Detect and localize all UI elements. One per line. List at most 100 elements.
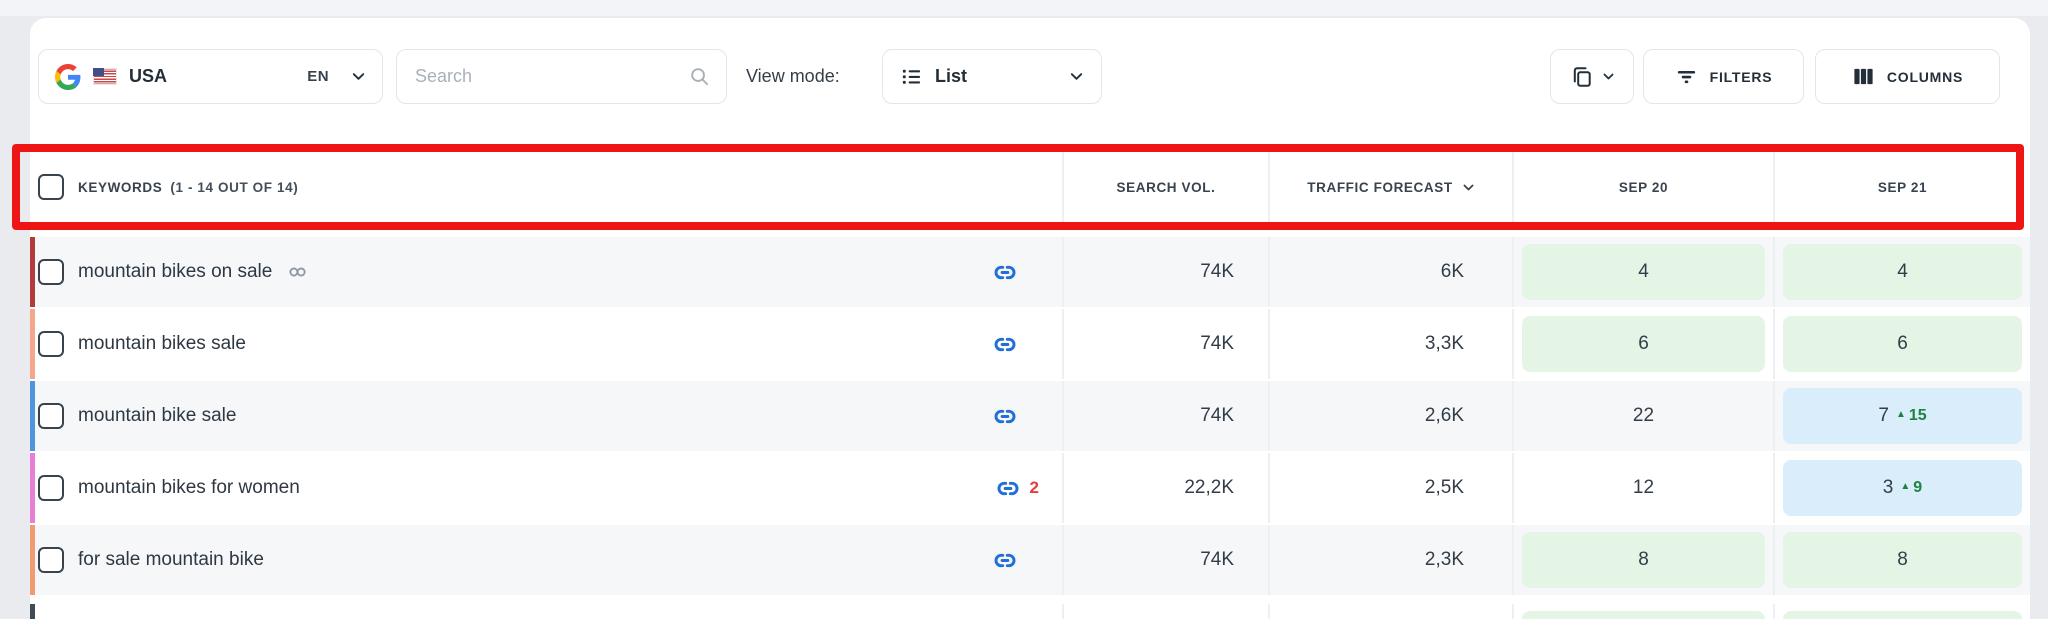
- sep20-cell: 6: [1512, 309, 1773, 379]
- keyword-row[interactable]: mountain bikes sale 74K 3,3K 6 6: [30, 309, 2030, 379]
- keyword-row[interactable]: mountain bikes on sale 74K 6K 4 4: [30, 237, 2030, 307]
- keyword-row[interactable]: for sale mountain bike 74K 2,3K 8 8: [30, 525, 2030, 595]
- link-icon: [997, 481, 1018, 495]
- sep20-cell: 8: [1512, 525, 1773, 595]
- search-vol-cell: 22,2K: [1062, 453, 1268, 523]
- google-logo-icon: [55, 63, 81, 90]
- sep20-cell: 12: [1512, 453, 1773, 523]
- view-mode-dropdown[interactable]: List: [882, 49, 1102, 104]
- search-icon: [691, 68, 709, 86]
- tag-color-strip: [30, 453, 35, 523]
- rank-badge: 12: [1632, 477, 1655, 498]
- sep21-cell: 4: [1773, 237, 2030, 307]
- search-engine-selector[interactable]: USA EN: [38, 49, 383, 104]
- select-all-checkbox[interactable]: [38, 174, 64, 200]
- filter-icon: [1677, 70, 1695, 84]
- target-url-link[interactable]: [990, 333, 1062, 356]
- sort-chevron-down-icon[interactable]: [1462, 181, 1475, 194]
- rank-badge: [1522, 611, 1765, 619]
- keyword-text: mountain bikes on sale: [78, 261, 273, 282]
- rank-badge: 7 ▲ 15: [1783, 388, 2022, 444]
- header-cell-keywords: KEYWORDS (1 - 14 OUT OF 14): [30, 152, 1062, 222]
- target-url-link[interactable]: [990, 549, 1062, 572]
- chevron-down-icon: [1603, 73, 1613, 80]
- traffic-forecast-cell: [1268, 604, 1512, 619]
- keyword-text: mountain bikes for women: [78, 477, 300, 498]
- rank-badge: 8: [1783, 532, 2022, 588]
- search-vol-cell: 74K: [1062, 525, 1268, 595]
- tag-color-strip: [30, 525, 35, 595]
- rank-badge: 22: [1632, 405, 1655, 426]
- traffic-forecast-cell: 2,6K: [1268, 381, 1512, 451]
- header-cell-traffic-forecast[interactable]: TRAFFIC FORECAST: [1268, 152, 1512, 222]
- keywords-range-label: (1 - 14 OUT OF 14): [170, 179, 299, 195]
- traffic-forecast-cell: 2,5K: [1268, 453, 1512, 523]
- keyword-row[interactable]: mountain bikes for women 2 22,2K 2,5K 12…: [30, 453, 2030, 523]
- copy-export-dropdown[interactable]: [1550, 49, 1634, 104]
- header-cell-search-vol[interactable]: SEARCH VOL.: [1062, 152, 1268, 222]
- columns-icon: [1854, 68, 1873, 85]
- keyword-text: mountain bike sale: [78, 405, 237, 426]
- columns-button-label: COLUMNS: [1886, 68, 1964, 85]
- filters-button[interactable]: FILTERS: [1643, 49, 1804, 104]
- linked-keyword-icon: [288, 266, 307, 278]
- target-url-link[interactable]: 2: [993, 477, 1062, 500]
- filters-button-label: FILTERS: [1709, 68, 1773, 85]
- row-checkbox[interactable]: [38, 547, 64, 573]
- target-url-link[interactable]: [990, 405, 1062, 428]
- tag-color-strip: [30, 309, 35, 379]
- tag-color-strip: [30, 381, 35, 451]
- arrow-up-icon: ▲: [1895, 409, 1906, 420]
- chevron-down-icon: [352, 73, 365, 80]
- traffic-forecast-cell: 2,3K: [1268, 525, 1512, 595]
- rank-change-up: ▲ 9: [1900, 479, 1923, 496]
- arrow-up-icon: ▲: [1900, 481, 1911, 492]
- traffic-forecast-cell: 6K: [1268, 237, 1512, 307]
- columns-button[interactable]: COLUMNS: [1815, 49, 2000, 104]
- sep21-cell: 6: [1773, 309, 2030, 379]
- sep20-cell: 22: [1512, 381, 1773, 451]
- tag-color-strip: [30, 237, 35, 307]
- target-url-link[interactable]: [990, 261, 1062, 284]
- rank-badge: 4: [1783, 244, 2022, 300]
- keyword-cell: mountain bikes sale: [30, 309, 1062, 379]
- link-icon: [994, 409, 1016, 423]
- view-mode-value: List: [935, 66, 968, 86]
- row-checkbox[interactable]: [38, 259, 64, 285]
- keyword-tracker-screen: USA EN View mode: List FILTERS COLUMNS K…: [0, 0, 2048, 619]
- header-cell-sep20[interactable]: SEP 20: [1512, 152, 1773, 222]
- sep21-cell: 8: [1773, 525, 2030, 595]
- search-input[interactable]: [413, 65, 689, 88]
- row-checkbox[interactable]: [38, 475, 64, 501]
- tag-color-strip: [30, 604, 35, 619]
- link-icon: [994, 265, 1016, 279]
- sep20-cell: 4: [1512, 237, 1773, 307]
- header-cell-sep21[interactable]: SEP 21: [1773, 152, 2030, 222]
- search-vol-cell: 74K: [1062, 381, 1268, 451]
- list-icon: [902, 69, 921, 84]
- keyword-cell: mountain bikes for women 2: [30, 453, 1062, 523]
- rank-badge: 3 ▲ 9: [1783, 460, 2022, 516]
- rank-badge: 6: [1783, 316, 2022, 372]
- keyword-row[interactable]: mountain bike sale 74K 2,6K 22 7 ▲ 15: [30, 381, 2030, 451]
- rank-badge: 4: [1522, 244, 1765, 300]
- row-checkbox[interactable]: [38, 403, 64, 429]
- country-label: USA: [129, 66, 168, 86]
- keyword-text: mountain bikes sale: [78, 333, 246, 354]
- top-band: [0, 0, 2048, 16]
- links-count-badge: 2: [1029, 478, 1039, 497]
- keyword-cell: mountain bikes on sale: [30, 237, 1062, 307]
- copy-icon: [1573, 66, 1591, 87]
- rank-badge: 8: [1522, 532, 1765, 588]
- search-field[interactable]: [396, 49, 727, 104]
- rank-badge: 6: [1522, 316, 1765, 372]
- row-checkbox[interactable]: [38, 331, 64, 357]
- keyword-text: for sale mountain bike: [78, 549, 264, 570]
- search-vol-cell: [1062, 604, 1268, 619]
- keyword-cell: [30, 604, 1062, 619]
- rank-badge: [1783, 611, 2022, 619]
- keyword-cell: mountain bike sale: [30, 381, 1062, 451]
- rank-change-up: ▲ 15: [1895, 407, 1927, 424]
- traffic-forecast-cell: 3,3K: [1268, 309, 1512, 379]
- keyword-row[interactable]: [30, 604, 2030, 619]
